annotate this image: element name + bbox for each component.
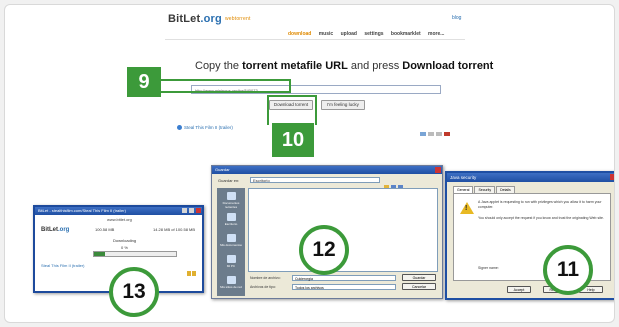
screenshot-frame: BitLet.org webtorrent blog download music… <box>4 4 615 323</box>
computer-icon <box>226 255 236 263</box>
filename-input[interactable]: Cukierorgia <box>292 275 396 281</box>
host-label: www.bitlet.org <box>107 217 132 222</box>
header-divider <box>165 39 465 40</box>
place-documents[interactable]: Mis documentos <box>220 234 242 247</box>
places-bar: Documentos recientes Escritorio Mis docu… <box>217 188 245 296</box>
filetype-label: Archivos de tipo: <box>250 285 276 289</box>
security-advice: You should only accept the request if yo… <box>478 216 604 220</box>
share-icons <box>420 123 470 136</box>
place-computer[interactable]: Mi PC <box>220 255 242 268</box>
callout-step-12: 12 <box>299 225 349 275</box>
filename-label: Nombre de archivo: <box>250 276 281 280</box>
documents-icon <box>226 234 236 242</box>
window-titlebar: Java security <box>447 173 614 182</box>
close-icon[interactable] <box>435 167 441 173</box>
place-desktop[interactable]: Escritorio <box>220 213 242 226</box>
look-in-label: Guardar en: <box>218 178 240 183</box>
download-percent: 0 % <box>121 245 128 250</box>
feeling-lucky-button[interactable]: I'm feeling lucky <box>321 100 365 110</box>
maximize-icon[interactable] <box>189 208 194 213</box>
bitlet-logo[interactable]: BitLet.org webtorrent <box>168 13 251 25</box>
site-header: BitLet.org webtorrent blog download music… <box>5 5 614 41</box>
download-status: Downloading <box>113 238 137 243</box>
progress-fill <box>94 252 106 256</box>
minimize-icon[interactable] <box>182 208 187 213</box>
dialog-toolbar <box>384 177 424 190</box>
share-icon[interactable] <box>436 132 442 136</box>
close-icon[interactable] <box>196 208 201 213</box>
place-network[interactable]: Mis sitios de red <box>220 276 242 289</box>
steal-film-link[interactable]: Steal This Film II (trailer) <box>41 263 85 268</box>
filetype-select[interactable]: Todos los archivos <box>292 284 396 290</box>
security-message: A Java applet is requesting to run with … <box>478 200 602 209</box>
nav-upload[interactable]: upload <box>341 31 357 37</box>
nav-music[interactable]: music <box>319 31 333 37</box>
download-rate-label: 14.28 MB of 100.58 MB <box>153 227 196 232</box>
tab-security[interactable]: Security <box>474 186 496 193</box>
share-icon[interactable] <box>444 132 450 136</box>
share-icon[interactable] <box>420 132 426 136</box>
folder-icon[interactable] <box>192 271 196 276</box>
callout-10-connector <box>267 95 317 125</box>
warning-icon <box>460 202 474 214</box>
file-size-label: 100.58 MB <box>95 227 115 232</box>
callout-step-9: 9 <box>127 67 161 97</box>
nav-settings[interactable]: settings <box>364 31 383 37</box>
recent-icon <box>226 192 236 200</box>
callout-step-13: 13 <box>109 267 159 317</box>
tab-general[interactable]: General <box>453 186 474 193</box>
window-titlebar: Guardar <box>212 166 442 174</box>
instruction-heading: Copy the torrent metafile URL and press … <box>195 60 494 72</box>
signer-label: Signer name: <box>478 266 499 270</box>
blog-link[interactable]: blog <box>452 15 461 21</box>
callout-9-connector <box>161 79 291 93</box>
nav-download[interactable]: download <box>288 31 311 37</box>
share-icon[interactable] <box>428 132 434 136</box>
tool-icons <box>187 263 197 276</box>
nav-bookmarklet[interactable]: bookmarklet <box>391 31 421 37</box>
tab-details[interactable]: Details <box>496 186 515 193</box>
nav-more[interactable]: more... <box>428 31 444 37</box>
pause-icon[interactable] <box>187 271 191 276</box>
cancel-button[interactable]: Cancelar <box>402 283 436 290</box>
callout-step-10: 10 <box>272 123 314 157</box>
save-button[interactable]: Guardar <box>402 274 436 281</box>
callout-step-11: 11 <box>543 245 593 295</box>
globe-icon <box>177 125 182 131</box>
accept-button[interactable]: Accept <box>507 286 531 293</box>
desktop-icon <box>226 213 236 221</box>
look-in-select[interactable]: Escritorio <box>250 177 380 183</box>
bitlet-logo: BitLet.org <box>41 227 70 233</box>
window-titlebar: BitLet - stealthisfilm.com/Steal This Fi… <box>35 207 202 215</box>
place-recent[interactable]: Documentos recientes <box>220 192 242 209</box>
main-nav: download music upload settings bookmarkl… <box>288 31 450 37</box>
download-progress-bar <box>93 251 177 257</box>
steal-film-link[interactable]: Steal This Film II (trailer) <box>177 125 233 131</box>
network-icon <box>226 276 236 284</box>
close-icon[interactable] <box>610 174 614 180</box>
dialog-tabs: General Security Details <box>453 186 516 193</box>
